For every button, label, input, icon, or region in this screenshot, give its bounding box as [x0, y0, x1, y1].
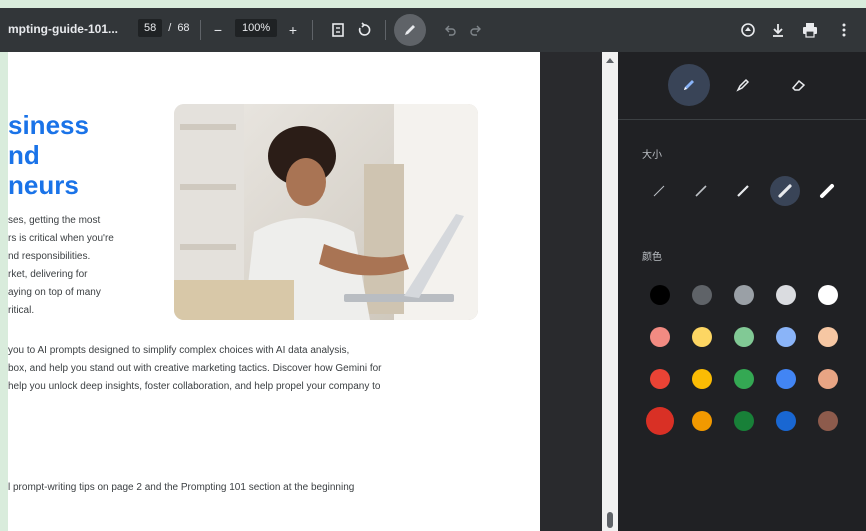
color-swatch[interactable] [776, 369, 796, 389]
page-separator: / [168, 22, 172, 34]
tool-selector [618, 52, 866, 120]
page-heading: siness nd neurs [8, 110, 89, 200]
color-swatch[interactable] [692, 369, 712, 389]
stroke-xlarge-icon [820, 184, 834, 198]
page-total: 68 [177, 22, 190, 34]
save-to-drive-icon[interactable] [736, 18, 760, 42]
text-line: nd responsibilities. [8, 251, 91, 262]
color-swatch[interactable] [818, 327, 838, 347]
color-swatch[interactable] [776, 285, 796, 305]
color-swatch[interactable] [650, 369, 670, 389]
tips-paragraph: l prompt-writing tips on page 2 and the … [8, 482, 355, 493]
stroke-small-icon [695, 185, 707, 197]
size-option-1[interactable] [644, 176, 674, 206]
more-options-icon[interactable] [832, 18, 856, 42]
annotation-mode-button[interactable] [394, 14, 426, 46]
annotation-panel: 大小 颜色 [618, 52, 866, 531]
size-option-5[interactable] [812, 176, 842, 206]
color-swatch[interactable] [734, 411, 754, 431]
body-paragraph: you to AI prompts designed to simplify c… [8, 342, 382, 396]
color-label: 颜色 [642, 252, 662, 263]
heading-line: neurs [8, 170, 79, 200]
page-number-input[interactable]: 58 [138, 19, 163, 37]
color-swatch[interactable] [776, 411, 796, 431]
color-swatch[interactable] [818, 285, 838, 305]
size-option-2[interactable] [686, 176, 716, 206]
color-swatch[interactable] [776, 327, 796, 347]
businesswoman-photo [174, 104, 478, 320]
text-line: ses, getting the most [8, 215, 101, 226]
text-line: you to AI prompts designed to simplify c… [8, 345, 350, 356]
color-swatch[interactable] [650, 327, 670, 347]
download-icon[interactable] [766, 18, 790, 42]
stroke-thin-icon [653, 185, 665, 197]
text-line: box, and help you stand out with creativ… [8, 363, 382, 374]
color-swatch[interactable] [692, 285, 712, 305]
text-line: rs is critical when you're [8, 233, 114, 244]
toolbar-divider [312, 20, 313, 40]
pen-tool-button[interactable] [668, 64, 710, 106]
page-indicator: 58 / 68 [138, 19, 190, 37]
heading-line: siness [8, 110, 89, 140]
scroll-thumb[interactable] [607, 512, 613, 528]
text-line: ritical. [8, 305, 35, 316]
highlighter-tool-button[interactable] [722, 64, 764, 106]
undo-icon[interactable] [438, 18, 462, 42]
toolbar-divider [200, 20, 201, 40]
screenshot-frame: mpting-guide-101... 58 / 68 − 100% + sin… [0, 0, 866, 531]
pen-icon [684, 80, 694, 90]
fit-page-icon[interactable] [326, 18, 350, 42]
color-swatch[interactable] [650, 285, 670, 305]
text-line: aying on top of many [8, 287, 101, 298]
page-gutter [540, 52, 602, 531]
size-label: 大小 [642, 150, 662, 161]
heading-line: nd [8, 140, 40, 170]
zoom-in-button[interactable]: + [281, 18, 305, 42]
color-swatch-selected[interactable] [646, 407, 674, 435]
color-swatch[interactable] [734, 369, 754, 389]
color-swatch[interactable] [692, 411, 712, 431]
vertical-scrollbar[interactable] [602, 52, 618, 531]
color-swatch[interactable] [818, 411, 838, 431]
toolbar-divider [385, 20, 386, 40]
stroke-large-icon [778, 184, 792, 198]
eraser-tool-button[interactable] [778, 64, 820, 106]
eraser-icon [791, 79, 806, 91]
pdf-toolbar: mpting-guide-101... 58 / 68 − 100% + [0, 8, 866, 52]
document-title: mpting-guide-101... [8, 22, 119, 36]
size-option-4[interactable] [770, 176, 800, 206]
text-line: rket, delivering for [8, 269, 88, 280]
annotate-pen-icon [405, 25, 415, 35]
color-swatch[interactable] [734, 285, 754, 305]
stroke-medium-icon [737, 185, 749, 197]
color-swatch[interactable] [734, 327, 754, 347]
text-line: help you unlock deep insights, foster co… [8, 381, 381, 392]
rotate-icon[interactable] [352, 18, 376, 42]
zoom-out-button[interactable]: − [206, 18, 230, 42]
scroll-up-icon[interactable] [602, 56, 618, 66]
color-swatch[interactable] [818, 369, 838, 389]
redo-icon[interactable] [464, 18, 488, 42]
pdf-page: siness nd neurs ses, getting the most rs… [8, 52, 540, 531]
intro-paragraph: ses, getting the most rs is critical whe… [8, 212, 114, 320]
color-swatch[interactable] [692, 327, 712, 347]
print-icon[interactable] [798, 18, 822, 42]
zoom-level-input[interactable]: 100% [235, 19, 278, 37]
highlighter-icon [736, 78, 750, 92]
size-option-3[interactable] [728, 176, 758, 206]
